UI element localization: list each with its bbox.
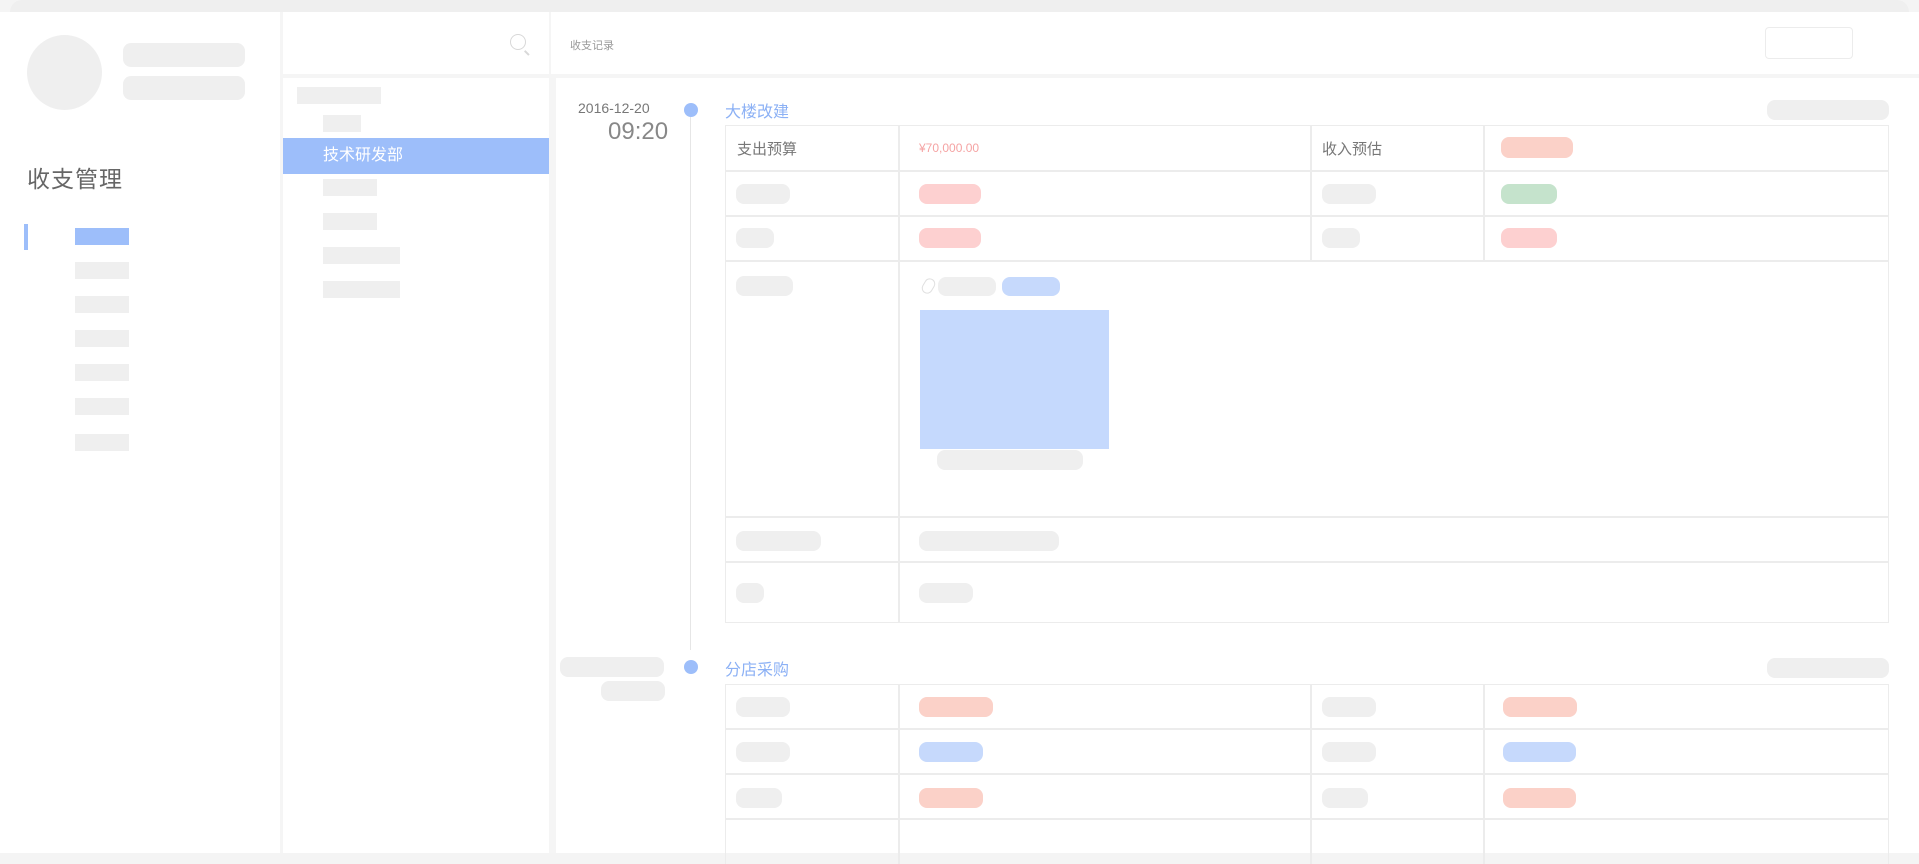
tree-item[interactable]	[323, 213, 377, 230]
attachment-caption-placeholder	[937, 450, 1083, 470]
record-detail-table	[725, 125, 1889, 623]
timeline-dot	[684, 103, 698, 117]
search-icon[interactable]	[510, 34, 526, 50]
income-estimate-value	[1501, 137, 1573, 158]
tree-item[interactable]	[323, 281, 400, 298]
attachment-tag[interactable]	[938, 277, 996, 296]
field-value-placeholder	[919, 531, 1059, 551]
record-meta-placeholder	[1767, 100, 1889, 120]
nav-active-indicator	[24, 224, 28, 250]
tree-item-active[interactable]: 技术研发部	[283, 138, 549, 174]
record-time-placeholder	[601, 681, 665, 701]
nav-item[interactable]	[75, 434, 129, 451]
field-value-badge	[1503, 788, 1576, 808]
field-value-badge	[919, 742, 983, 762]
field-label-placeholder	[736, 228, 774, 248]
tree-item[interactable]	[323, 179, 377, 196]
field-value-badge	[919, 184, 981, 204]
expense-budget-value: ¥70,000.00	[919, 141, 980, 155]
record-detail-table	[725, 684, 1889, 864]
field-value-badge	[1501, 228, 1557, 248]
record-date-placeholder	[560, 657, 664, 677]
field-value-badge	[1503, 742, 1576, 762]
attachment-image-thumbnail[interactable]	[920, 310, 1109, 449]
nav-item[interactable]	[75, 296, 129, 313]
record-date: 2016-12-20	[578, 100, 650, 116]
brand-title: 收支管理	[27, 166, 123, 192]
record-meta-placeholder	[1767, 658, 1889, 678]
field-label-placeholder	[1322, 788, 1368, 808]
department-tree: 技术研发部	[283, 78, 549, 853]
header-action-button[interactable]	[1765, 27, 1853, 59]
field-label-placeholder	[736, 697, 790, 717]
attachment-label-placeholder	[736, 276, 793, 296]
record-title[interactable]: 分店采购	[725, 656, 789, 680]
record-timeline: 2016-12-20 09:20 大楼改建 支出预算 ¥70,000.00 收入…	[556, 78, 1919, 864]
attachment-tag[interactable]	[1002, 277, 1060, 296]
tree-group-label[interactable]	[297, 87, 381, 104]
tree-item[interactable]	[323, 115, 361, 132]
record-time: 09:20	[608, 118, 669, 145]
field-label-placeholder	[736, 583, 764, 603]
tree-item[interactable]	[323, 247, 400, 264]
field-label-placeholder	[1322, 697, 1376, 717]
nav-item[interactable]	[75, 330, 129, 347]
user-name-placeholder	[123, 43, 245, 67]
timeline-line	[690, 113, 691, 650]
user-role-placeholder	[123, 76, 245, 100]
breadcrumb[interactable]: 收支记录	[570, 37, 614, 53]
main-header: 收支记录	[551, 12, 1919, 74]
department-search-bar[interactable]	[283, 12, 549, 74]
nav-item[interactable]	[75, 398, 129, 415]
field-value-badge	[1501, 184, 1557, 204]
window-top-edge	[10, 0, 1909, 12]
field-label-placeholder	[736, 531, 821, 551]
field-label-placeholder	[1322, 742, 1376, 762]
timeline-dot	[684, 660, 698, 674]
avatar[interactable]	[27, 35, 102, 110]
field-value-placeholder	[919, 583, 973, 603]
nav-item[interactable]	[75, 262, 129, 279]
nav-item-active[interactable]	[75, 228, 129, 245]
income-estimate-label: 收入预估	[1322, 141, 1383, 158]
field-value-badge	[1503, 697, 1577, 717]
nav-item[interactable]	[75, 364, 129, 381]
field-value-badge	[919, 697, 993, 717]
field-label-placeholder	[736, 788, 782, 808]
field-label-placeholder	[1322, 184, 1376, 204]
field-label-placeholder	[736, 184, 790, 204]
sidebar: 收支管理	[0, 12, 280, 853]
field-value-badge	[919, 228, 981, 248]
expense-budget-label: 支出预算	[737, 141, 798, 158]
field-value-badge	[919, 788, 983, 808]
field-label-placeholder	[1322, 228, 1360, 248]
field-label-placeholder	[736, 742, 790, 762]
record-title[interactable]: 大楼改建	[725, 98, 789, 122]
